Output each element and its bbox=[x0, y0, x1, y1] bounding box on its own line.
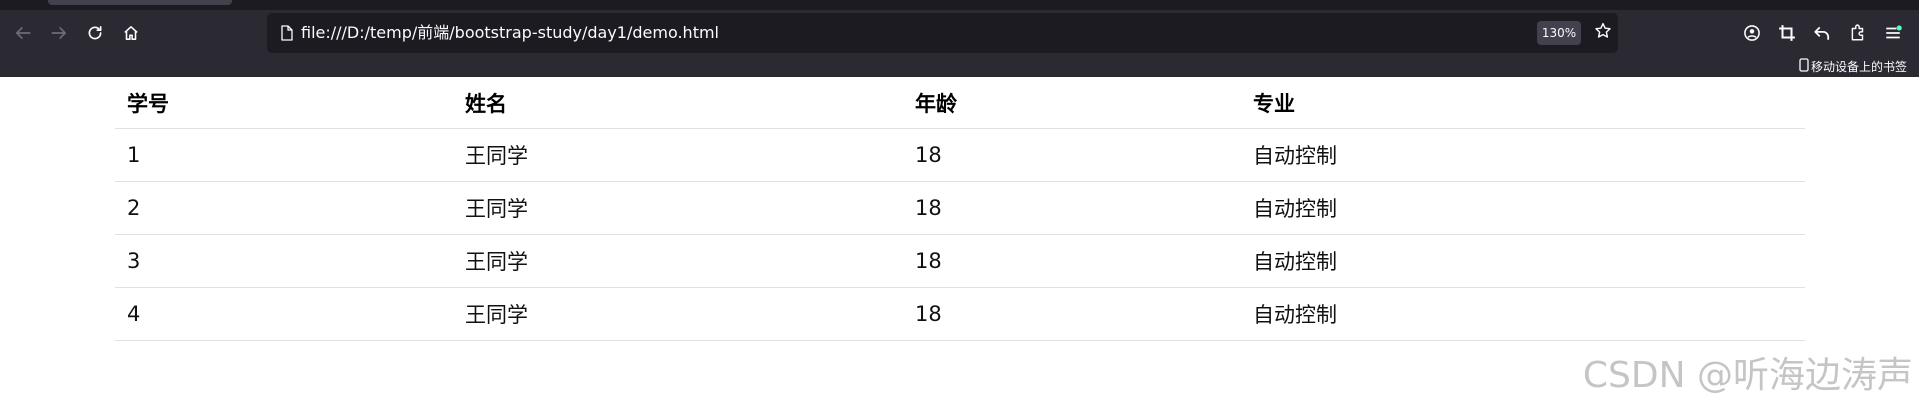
bookmark-star-icon bbox=[1594, 22, 1612, 44]
cell-student-id: 3 bbox=[115, 234, 453, 288]
cell-major: 自动控制 bbox=[1241, 287, 1805, 341]
cell-age: 18 bbox=[903, 181, 1241, 235]
cell-major: 自动控制 bbox=[1241, 234, 1805, 288]
screenshot-button[interactable] bbox=[1771, 17, 1803, 49]
cell-student-id: 1 bbox=[115, 128, 453, 182]
reload-icon bbox=[86, 24, 104, 42]
header-major: 专业 bbox=[1241, 77, 1805, 129]
forward-button[interactable] bbox=[43, 17, 75, 49]
header-name: 姓名 bbox=[453, 77, 903, 129]
table-row: 2 王同学 18 自动控制 bbox=[115, 181, 1805, 235]
undo-button[interactable] bbox=[1806, 17, 1838, 49]
back-icon bbox=[14, 24, 32, 42]
mobile-bookmarks-folder[interactable]: 移动设备上的书签 bbox=[1799, 56, 1907, 77]
app-menu-button[interactable] bbox=[1877, 17, 1909, 49]
extensions-button[interactable] bbox=[1842, 17, 1874, 49]
extensions-icon bbox=[1849, 24, 1867, 42]
account-button[interactable] bbox=[1736, 17, 1768, 49]
header-student-id: 学号 bbox=[115, 77, 453, 129]
cell-name: 王同学 bbox=[453, 287, 903, 341]
forward-icon bbox=[50, 24, 68, 42]
cell-major: 自动控制 bbox=[1241, 181, 1805, 235]
mobile-bookmarks-label: 移动设备上的书签 bbox=[1810, 60, 1907, 74]
back-button[interactable] bbox=[7, 17, 39, 49]
page-icon bbox=[277, 23, 297, 43]
navigation-toolbar: file:///D:/temp/前端/bootstrap-study/day1/… bbox=[0, 10, 1919, 56]
bookmark-star-button[interactable] bbox=[1589, 19, 1617, 47]
mobile-device-icon bbox=[1799, 58, 1809, 75]
menu-icon bbox=[1884, 24, 1902, 42]
zoom-level-badge[interactable]: 130% bbox=[1537, 21, 1581, 45]
cell-name: 王同学 bbox=[453, 181, 903, 235]
table-row: 1 王同学 18 自动控制 bbox=[115, 128, 1805, 182]
table-header-row: 学号 姓名 年龄 专业 bbox=[115, 77, 1805, 129]
cell-major: 自动控制 bbox=[1241, 128, 1805, 182]
cell-name: 王同学 bbox=[453, 234, 903, 288]
cell-student-id: 4 bbox=[115, 287, 453, 341]
account-icon bbox=[1743, 24, 1761, 42]
undo-icon bbox=[1813, 24, 1831, 42]
watermark: CSDN @听海边涛声 bbox=[1582, 355, 1913, 396]
bookmarks-toolbar: 移动设备上的书签 bbox=[0, 56, 1919, 77]
active-tab[interactable] bbox=[48, 0, 232, 5]
browser-chrome: file:///D:/temp/前端/bootstrap-study/day1/… bbox=[0, 0, 1919, 77]
tab-strip bbox=[0, 0, 1919, 10]
address-bar[interactable]: file:///D:/temp/前端/bootstrap-study/day1/… bbox=[267, 13, 1618, 53]
table-row: 4 王同学 18 自动控制 bbox=[115, 287, 1805, 341]
home-button[interactable] bbox=[115, 17, 147, 49]
table-row: 3 王同学 18 自动控制 bbox=[115, 234, 1805, 288]
cell-name: 王同学 bbox=[453, 128, 903, 182]
home-icon bbox=[122, 24, 140, 42]
cell-age: 18 bbox=[903, 128, 1241, 182]
cell-student-id: 2 bbox=[115, 181, 453, 235]
crop-icon bbox=[1778, 24, 1796, 42]
cell-age: 18 bbox=[903, 287, 1241, 341]
reload-button[interactable] bbox=[79, 17, 111, 49]
page-content: 学号 姓名 年龄 专业 1 王同学 18 自动控制 2 王同学 18 自动控制 … bbox=[0, 77, 1919, 402]
header-age: 年龄 bbox=[903, 77, 1241, 129]
url-text[interactable]: file:///D:/temp/前端/bootstrap-study/day1/… bbox=[301, 23, 719, 43]
cell-age: 18 bbox=[903, 234, 1241, 288]
student-table: 学号 姓名 年龄 专业 1 王同学 18 自动控制 2 王同学 18 自动控制 … bbox=[115, 77, 1805, 341]
